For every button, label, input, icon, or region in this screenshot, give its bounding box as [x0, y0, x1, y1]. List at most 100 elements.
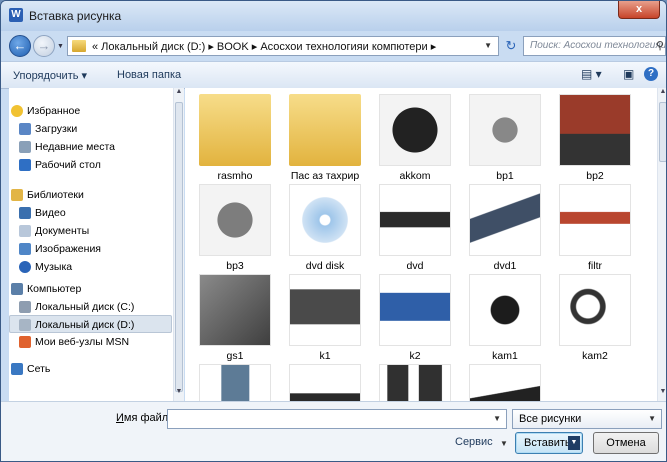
- image-thumbnail: [469, 94, 541, 166]
- sidebar-item-music[interactable]: Музыка: [9, 258, 172, 276]
- file-name: k1: [319, 350, 331, 362]
- sidebar-item-label: Мои веб-узлы MSN: [35, 336, 130, 348]
- file-name: kam1: [492, 350, 518, 362]
- file-type-select[interactable]: Все рисунки ▼: [512, 409, 662, 429]
- list-item[interactable]: akkom: [375, 92, 455, 186]
- sidebar-scrollbar[interactable]: ▲ ▼: [173, 88, 184, 401]
- chevron-down-icon[interactable]: ▼: [568, 436, 580, 450]
- cancel-button[interactable]: Отмена: [593, 432, 659, 454]
- list-item[interactable]: [195, 362, 275, 401]
- scroll-down-icon[interactable]: ▼: [174, 388, 184, 400]
- dialog-footer: Имя файла: ▼ Все рисунки ▼ Сервис ▼ Вста…: [1, 401, 666, 461]
- sidebar-item-recent-places[interactable]: Недавние места: [9, 138, 172, 156]
- sidebar-item-drive-c[interactable]: Локальный диск (C:): [9, 298, 172, 316]
- image-thumbnail: [379, 364, 451, 401]
- file-name: filtr: [588, 260, 602, 272]
- downloads-icon: [19, 123, 31, 135]
- image-thumbnail: [379, 184, 451, 256]
- navigation-bar: ← → ▼ « Локальный диск (D:) ▸ BOOK ▸ Асо…: [1, 31, 666, 61]
- search-box[interactable]: Поиск: Асосхои технологияи ... ⚲: [523, 36, 666, 56]
- content-scrollbar[interactable]: ▲ ▼: [657, 88, 666, 401]
- insert-button-label: Вставить: [524, 437, 571, 449]
- image-thumbnail: [379, 94, 451, 166]
- list-item[interactable]: filtr: [555, 182, 635, 276]
- chevron-down-icon[interactable]: ▼: [493, 414, 501, 423]
- insert-picture-dialog: W Вставка рисунка x ← → ▼ « Локальный ди…: [0, 0, 667, 462]
- scroll-up-icon[interactable]: ▲: [658, 88, 666, 100]
- file-name: bp3: [226, 260, 244, 272]
- help-icon[interactable]: ?: [644, 67, 658, 81]
- filename-field[interactable]: ▼: [167, 409, 507, 429]
- sidebar-item-computer[interactable]: Компьютер: [9, 280, 172, 298]
- drive-c-icon: [19, 301, 31, 313]
- sidebar-item-downloads[interactable]: Загрузки: [9, 120, 172, 138]
- chevron-down-icon[interactable]: ▼: [500, 439, 508, 448]
- forward-button[interactable]: →: [33, 35, 55, 57]
- documents-icon: [19, 225, 31, 237]
- file-name: akkom: [399, 170, 431, 182]
- sidebar-item-video[interactable]: Видео: [9, 204, 172, 222]
- address-bar[interactable]: « Локальный диск (D:) ▸ BOOK ▸ Асосхои т…: [67, 36, 499, 56]
- list-item[interactable]: [465, 362, 545, 401]
- list-item[interactable]: k1: [285, 272, 365, 366]
- list-item[interactable]: [285, 362, 365, 401]
- view-options-icon[interactable]: ▤ ▾: [581, 67, 602, 81]
- sidebar-item-label: Изображения: [35, 243, 101, 255]
- image-thumbnail: [469, 184, 541, 256]
- sidebar-item-documents[interactable]: Документы: [9, 222, 172, 240]
- search-icon[interactable]: ⚲: [656, 39, 664, 52]
- list-item[interactable]: bp3: [195, 182, 275, 276]
- list-item[interactable]: kam2: [555, 272, 635, 366]
- preview-pane-icon[interactable]: ▣: [623, 67, 634, 81]
- window-title: Вставка рисунка: [29, 9, 122, 23]
- sidebar-scrollbar-thumb[interactable]: [175, 102, 183, 392]
- list-item[interactable]: bp1: [465, 92, 545, 186]
- sidebar-item-libraries[interactable]: Библиотеки: [9, 186, 172, 204]
- sidebar-item-label: Видео: [35, 207, 66, 219]
- folder-icon: [72, 40, 86, 52]
- list-item[interactable]: k2: [375, 272, 455, 366]
- list-item[interactable]: dvd1: [465, 182, 545, 276]
- file-name: rasmho: [217, 170, 253, 182]
- list-item[interactable]: gs1: [195, 272, 275, 366]
- list-item[interactable]: kam1: [465, 272, 545, 366]
- sidebar-item-msn[interactable]: Мои веб-узлы MSN: [9, 333, 172, 351]
- chevron-down-icon[interactable]: ▼: [484, 41, 492, 50]
- sidebar-item-network[interactable]: Сеть: [9, 360, 172, 378]
- close-button[interactable]: x: [618, 1, 660, 19]
- title-bar[interactable]: W Вставка рисунка x: [1, 1, 666, 31]
- list-item[interactable]: bp2: [555, 92, 635, 186]
- list-item[interactable]: [375, 362, 455, 401]
- sidebar-item-favorites[interactable]: Избранное: [9, 102, 172, 120]
- list-item[interactable]: dvd: [375, 182, 455, 276]
- chevron-down-icon[interactable]: ▼: [648, 414, 656, 423]
- word-app-icon: W: [9, 8, 23, 22]
- sidebar-item-pictures[interactable]: Изображения: [9, 240, 172, 258]
- back-button[interactable]: ←: [9, 35, 31, 57]
- sidebar-item-drive-d[interactable]: Локальный диск (D:): [9, 315, 172, 333]
- recent-pages-icon[interactable]: ▼: [57, 43, 64, 50]
- folder-icon: [199, 94, 271, 166]
- content-scrollbar-thumb[interactable]: [659, 102, 666, 162]
- command-bar: Упорядочить ▾ Новая папка ▤ ▾ ▣ ?: [1, 61, 666, 89]
- file-name: dvd disk: [305, 260, 345, 272]
- image-thumbnail: [289, 184, 361, 256]
- refresh-icon[interactable]: ↻: [501, 36, 521, 56]
- breadcrumb[interactable]: « Локальный диск (D:) ▸ BOOK ▸ Асосхои т…: [92, 40, 436, 53]
- list-item[interactable]: dvd disk: [285, 182, 365, 276]
- sidebar-item-desktop[interactable]: Рабочий стол: [9, 156, 172, 174]
- scroll-up-icon[interactable]: ▲: [174, 88, 184, 100]
- sidebar-item-label: Локальный диск (C:): [35, 301, 135, 313]
- tools-button[interactable]: Сервис: [455, 436, 493, 448]
- list-item[interactable]: rasmho: [195, 92, 275, 186]
- file-name: dvd: [406, 260, 424, 272]
- insert-button[interactable]: Вставить ▼: [515, 432, 583, 454]
- file-type-value: Все рисунки: [519, 413, 582, 425]
- scroll-down-icon[interactable]: ▼: [658, 388, 666, 400]
- list-item[interactable]: Пас аз тахрир: [285, 92, 365, 186]
- drive-d-icon: [19, 319, 31, 331]
- image-thumbnail: [559, 274, 631, 346]
- new-folder-button[interactable]: Новая папка: [117, 69, 181, 81]
- organize-button[interactable]: Упорядочить ▾: [13, 69, 87, 82]
- search-input[interactable]: Поиск: Асосхои технологияи ...: [530, 40, 666, 51]
